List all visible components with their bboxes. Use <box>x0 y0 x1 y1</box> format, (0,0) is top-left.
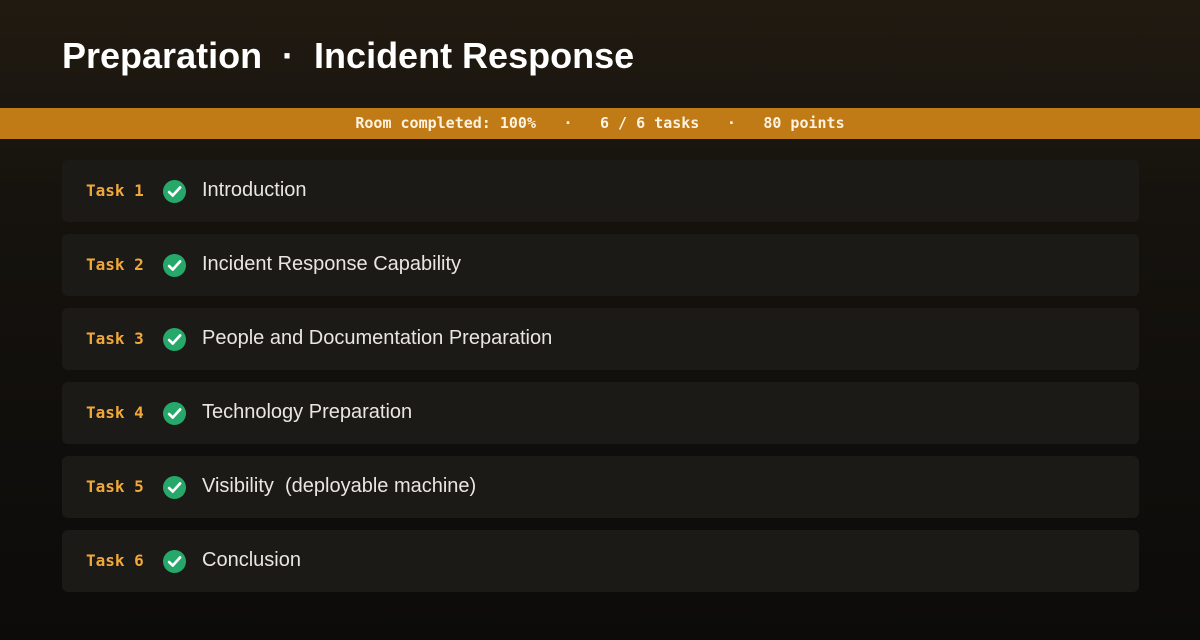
task-title: People and Documentation Preparation <box>202 327 553 349</box>
check-circle-icon <box>163 476 186 499</box>
task-number: Task 4 <box>86 403 144 422</box>
task-list: Task 1 Introduction Task 2 Incident Resp… <box>62 160 1139 604</box>
completion-label: Room completed: 100% <box>355 114 536 132</box>
separator-dot: · <box>563 114 573 132</box>
task-row-4[interactable]: Task 4 Technology Preparation <box>62 382 1139 444</box>
tasks-count-label: 6 / 6 tasks <box>600 114 700 132</box>
task-number: Task 5 <box>86 477 144 496</box>
task-title: Introduction <box>202 179 307 201</box>
progress-summary: Room completed: 100% · 6 / 6 tasks · 80 poin… <box>0 108 1200 139</box>
task-row-2[interactable]: Task 2 Incident Response Capability <box>62 234 1139 296</box>
check-circle-icon <box>163 550 186 573</box>
room-progress-bar: Room completed: 100% · 6 / 6 tasks · 80 poin… <box>0 108 1200 139</box>
task-title: Visibility (deployable machine) <box>202 475 477 497</box>
task-number: Task 1 <box>86 181 144 200</box>
task-row-3[interactable]: Task 3 People and Documentation Preparat… <box>62 308 1139 370</box>
check-circle-icon <box>163 328 186 351</box>
task-title: Technology Preparation <box>202 401 413 423</box>
task-title: Incident Response Capability <box>202 253 462 275</box>
check-circle-icon <box>163 180 186 203</box>
task-title: Conclusion <box>202 549 301 571</box>
task-number: Task 2 <box>86 255 144 274</box>
check-circle-icon <box>163 254 186 277</box>
task-number: Task 3 <box>86 329 144 348</box>
check-circle-icon <box>163 402 186 425</box>
task-number: Task 6 <box>86 551 144 570</box>
separator-dot: · <box>726 114 736 132</box>
room-header: Preparation · Incident Response <box>0 0 1200 108</box>
task-row-1[interactable]: Task 1 Introduction <box>62 160 1139 222</box>
task-row-6[interactable]: Task 6 Conclusion <box>62 530 1139 592</box>
points-label: 80 points <box>763 114 845 132</box>
task-row-5[interactable]: Task 5 Visibility (deployable machine) <box>62 456 1139 518</box>
room-title: Preparation · Incident Response <box>62 35 635 76</box>
